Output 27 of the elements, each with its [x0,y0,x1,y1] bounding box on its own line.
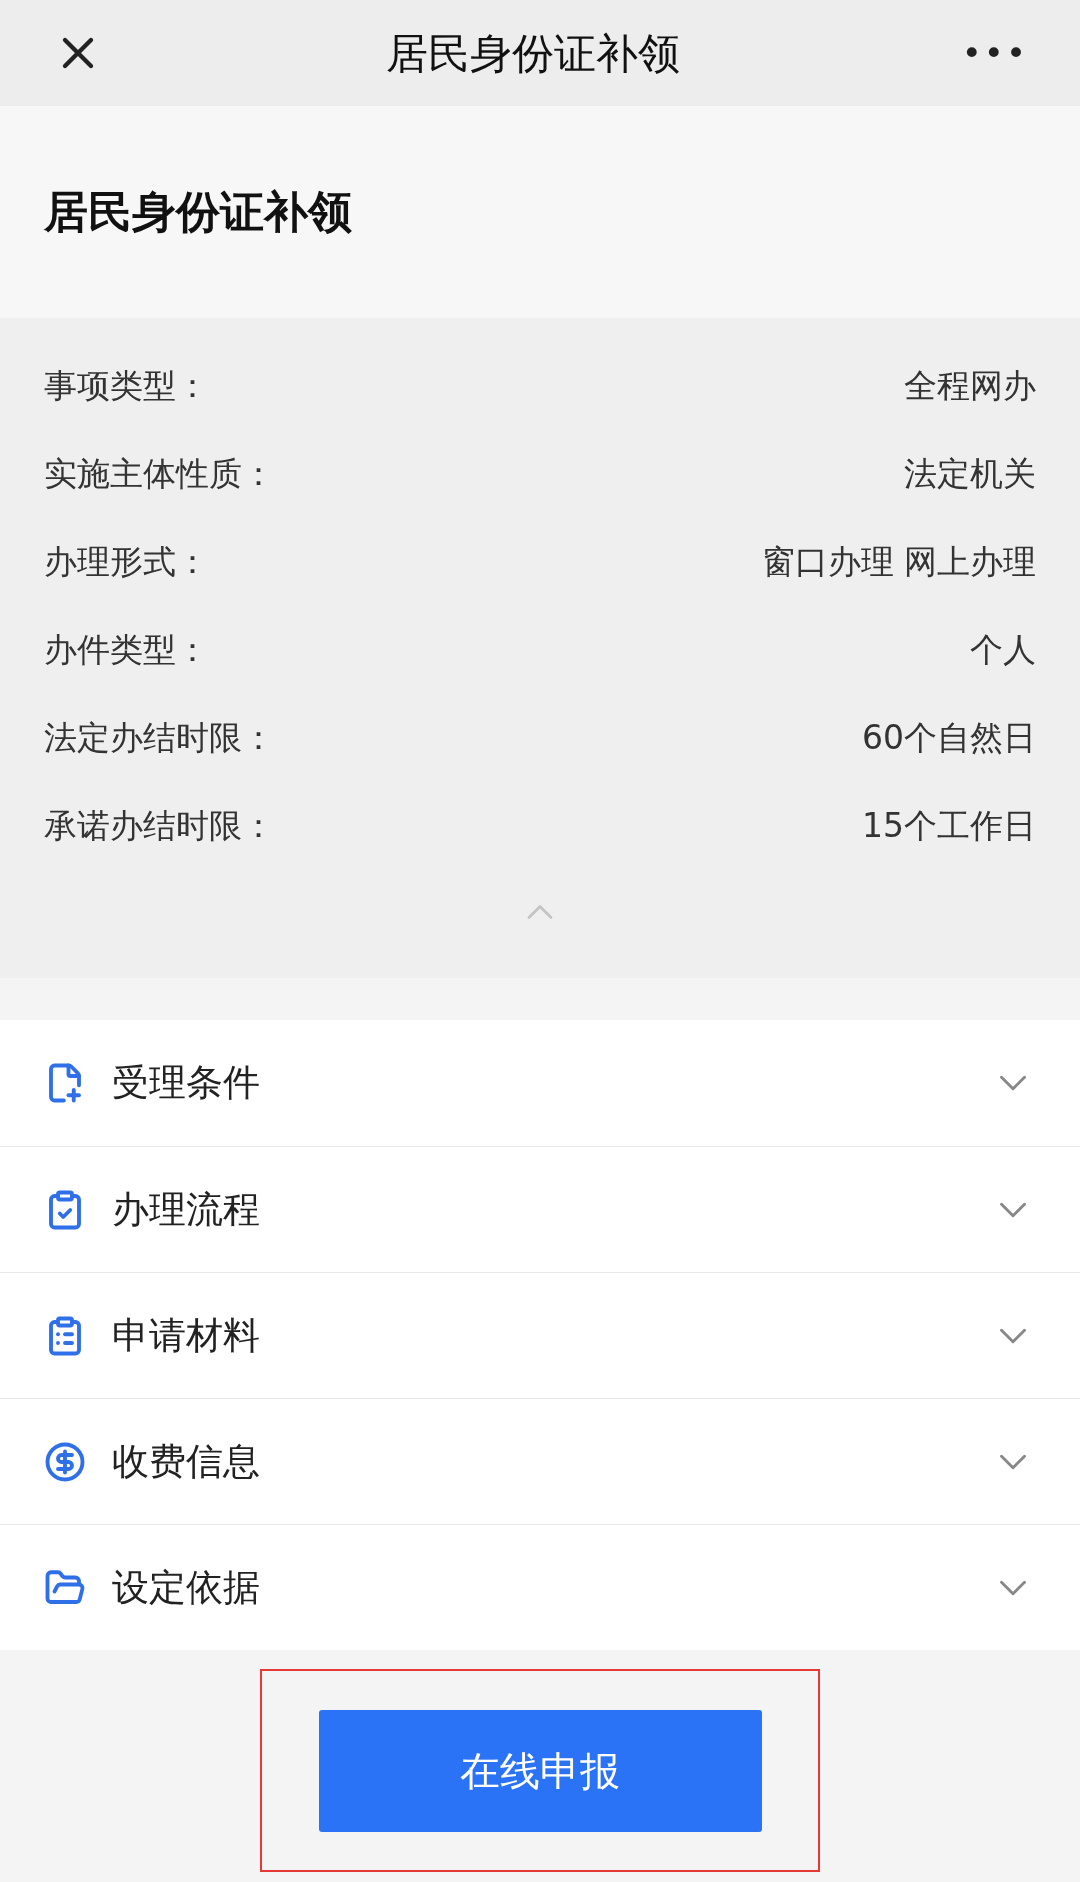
info-value: 15个工作日 [862,805,1036,848]
section-label: 受理条件 [112,1060,261,1107]
section-label: 办理流程 [112,1186,261,1233]
info-label: 承诺办结时限： [44,805,275,848]
submit-button[interactable]: 在线申报 [318,1709,762,1832]
window-title: 居民身份证补领 [385,27,680,80]
info-value: 60个自然日 [862,717,1036,760]
info-label: 办件类型： [44,629,209,672]
section-row[interactable]: 受理条件 [0,1020,1080,1146]
service-title: 居民身份证补领 [44,185,352,239]
info-value: 个人 [970,629,1036,672]
section-label: 申请材料 [112,1312,261,1359]
info-value: 法定机关 [904,453,1036,496]
section-row[interactable]: 收费信息 [0,1398,1080,1524]
section-row[interactable]: 办理流程 [0,1146,1080,1272]
info-label: 法定办结时限： [44,717,275,760]
info-value: 窗口办理 网上办理 [761,541,1036,584]
section-row[interactable]: 设定依据 [0,1524,1080,1650]
section-label: 设定依据 [112,1564,261,1611]
info-label: 事项类型： [44,365,209,408]
info-label: 实施主体性质： [44,453,275,496]
more-button[interactable]: ••• [961,27,1028,79]
section-label: 收费信息 [112,1438,261,1485]
coin-icon [44,1440,86,1483]
info-label: 办理形式： [44,541,209,584]
info-value: 全程网办 [904,365,1036,408]
section-row[interactable]: 申请材料 [0,1272,1080,1398]
